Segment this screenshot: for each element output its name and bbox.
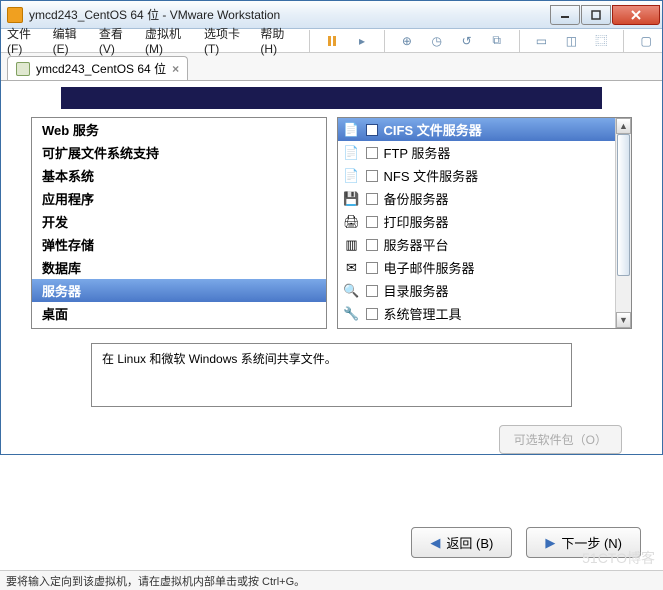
service-icon: ✉	[344, 260, 360, 276]
menu-view[interactable]: 查看(V)	[99, 25, 135, 56]
service-checkbox[interactable]	[366, 124, 378, 136]
service-label: FTP 服务器	[384, 143, 451, 162]
service-icon: ▥	[344, 237, 360, 253]
service-item[interactable]: 📄 FTP 服务器	[338, 141, 616, 164]
service-label: CIFS 文件服务器	[384, 120, 482, 139]
arrow-right-icon: ▶	[545, 535, 555, 551]
layout1-icon[interactable]: ▭	[531, 30, 551, 52]
category-item[interactable]: 应用程序	[32, 187, 326, 210]
service-checkbox[interactable]	[366, 308, 378, 320]
menu-help[interactable]: 帮助(H)	[260, 25, 297, 56]
service-item[interactable]: ▥ 服务器平台	[338, 233, 616, 256]
service-item[interactable]: 🖨 打印服务器	[338, 210, 616, 233]
menu-file[interactable]: 文件(F)	[7, 25, 43, 56]
service-icon: 📄	[344, 168, 360, 184]
scrollbar[interactable]: ▲ ▼	[615, 118, 631, 328]
description-box: 在 Linux 和微软 Windows 系统间共享文件。	[91, 343, 572, 407]
service-icon: 🖨	[344, 214, 360, 230]
service-checkbox[interactable]	[366, 193, 378, 205]
clock-icon[interactable]: ◷	[427, 30, 447, 52]
scroll-thumb[interactable]	[617, 134, 630, 276]
menu-edit[interactable]: 编辑(E)	[53, 25, 89, 56]
service-item[interactable]: 🔧 系统管理工具	[338, 302, 616, 325]
category-item[interactable]: 服务器	[32, 279, 326, 302]
close-button[interactable]	[612, 5, 660, 25]
service-item[interactable]: 📄 CIFS 文件服务器	[338, 118, 616, 141]
category-item[interactable]: Web 服务	[32, 118, 326, 141]
tab-close-icon[interactable]: ×	[172, 62, 179, 76]
service-checkbox[interactable]	[366, 170, 378, 182]
service-label: 目录服务器	[384, 281, 449, 300]
category-item[interactable]: 开发	[32, 210, 326, 233]
service-item[interactable]: ✉ 电子邮件服务器	[338, 256, 616, 279]
services-panel: 📄 CIFS 文件服务器 📄 FTP 服务器 📄 NFS 文件服务器 💾 备份服务器 🖨 打印服务…	[337, 117, 633, 329]
minimize-button[interactable]	[550, 5, 580, 25]
status-text: 要将输入定向到该虚拟机，请在虚拟机内部单击或按 Ctrl+G。	[6, 573, 305, 589]
tabbar: ymcd243_CentOS 64 位 ×	[1, 53, 662, 81]
fullscreen-icon[interactable]: ▢	[636, 30, 656, 52]
statusbar: 要将输入定向到该虚拟机，请在虚拟机内部单击或按 Ctrl+G。	[0, 570, 663, 590]
maximize-button[interactable]	[581, 5, 611, 25]
service-checkbox[interactable]	[366, 262, 378, 274]
category-item[interactable]: 基本系统	[32, 164, 326, 187]
vm-tab-icon	[16, 62, 30, 76]
service-icon: 🔧	[344, 306, 360, 322]
revert-icon[interactable]: ↺	[457, 30, 477, 52]
service-checkbox[interactable]	[366, 285, 378, 297]
service-checkbox[interactable]	[366, 216, 378, 228]
manage-icon[interactable]: ⧉	[487, 30, 507, 52]
service-item[interactable]: 💾 备份服务器	[338, 187, 616, 210]
service-icon: 🔍	[344, 283, 360, 299]
service-label: NFS 文件服务器	[384, 166, 479, 185]
menubar: 文件(F) 编辑(E) 查看(V) 虚拟机(M) 选项卡(T) 帮助(H) ▸ …	[1, 29, 662, 53]
service-icon: 💾	[344, 191, 360, 207]
service-label: 打印服务器	[384, 212, 449, 231]
vm-tab-label: ymcd243_CentOS 64 位	[36, 60, 166, 77]
vm-display[interactable]: Web 服务可扩展文件系统支持基本系统应用程序开发弹性存储数据库服务器桌面 📄 C…	[1, 87, 662, 454]
play-icon[interactable]: ▸	[352, 30, 372, 52]
category-item[interactable]: 桌面	[32, 302, 326, 325]
service-icon: 📄	[344, 145, 360, 161]
service-item[interactable]: 🔍 目录服务器	[338, 279, 616, 302]
snapshot-icon[interactable]: ⊕	[397, 30, 417, 52]
arrow-left-icon: ◀	[430, 535, 440, 551]
category-item[interactable]: 数据库	[32, 256, 326, 279]
vm-tab[interactable]: ymcd243_CentOS 64 位 ×	[7, 56, 188, 80]
service-label: 备份服务器	[384, 189, 449, 208]
window-title: ymcd243_CentOS 64 位 - VMware Workstation	[29, 6, 549, 23]
pause-icon[interactable]	[322, 30, 342, 52]
menu-vm[interactable]: 虚拟机(M)	[145, 25, 194, 56]
service-label: 电子邮件服务器	[384, 258, 475, 277]
service-icon: 📄	[344, 122, 360, 138]
service-label: 服务器平台	[384, 235, 449, 254]
menu-tabs[interactable]: 选项卡(T)	[204, 25, 250, 56]
scroll-up-icon[interactable]: ▲	[616, 118, 631, 134]
app-icon	[7, 7, 23, 23]
category-panel: Web 服务可扩展文件系统支持基本系统应用程序开发弹性存储数据库服务器桌面	[31, 117, 327, 329]
back-button[interactable]: ◀ 返回 (B)	[411, 527, 512, 558]
service-checkbox[interactable]	[366, 147, 378, 159]
optional-packages-button[interactable]: 可选软件包（O）	[499, 425, 622, 454]
layout3-icon[interactable]: ⿴	[591, 30, 611, 52]
service-checkbox[interactable]	[366, 239, 378, 251]
category-item[interactable]: 可扩展文件系统支持	[32, 141, 326, 164]
watermark: 51CTO博客	[582, 548, 655, 568]
service-item[interactable]: 📄 NFS 文件服务器	[338, 164, 616, 187]
category-item[interactable]: 弹性存储	[32, 233, 326, 256]
scroll-down-icon[interactable]: ▼	[616, 312, 631, 328]
service-label: 系统管理工具	[384, 304, 462, 323]
installer-header	[61, 87, 602, 109]
layout2-icon[interactable]: ◫	[561, 30, 581, 52]
